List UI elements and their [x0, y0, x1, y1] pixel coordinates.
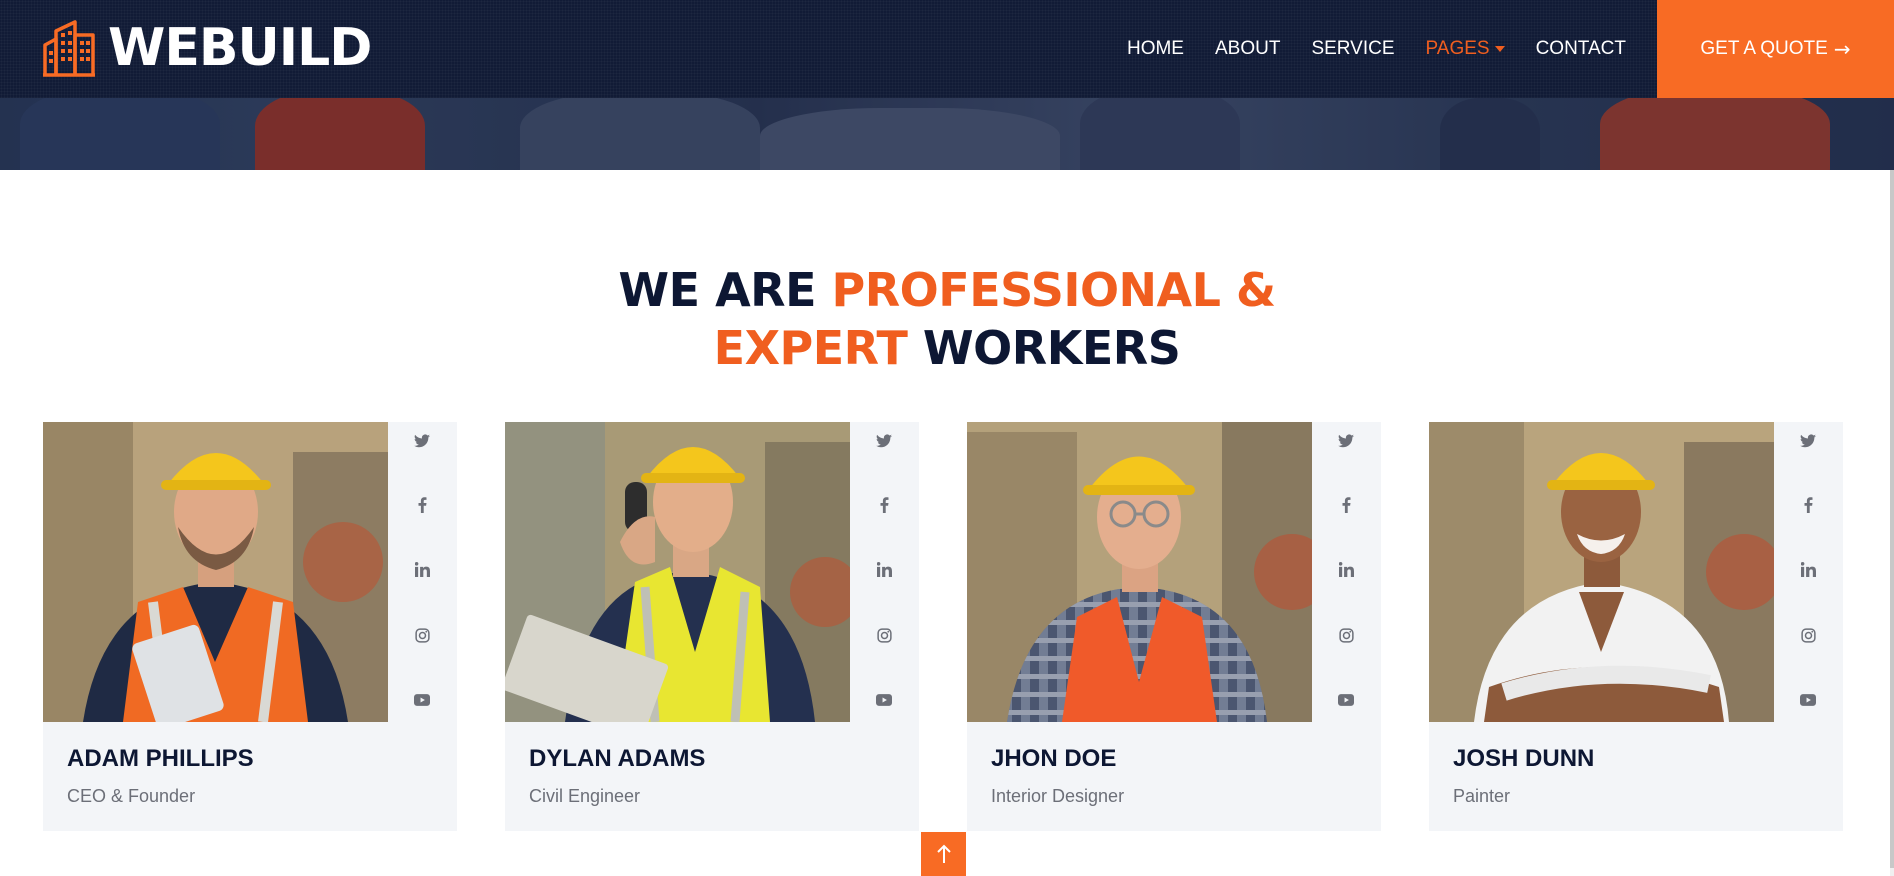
social-links: [388, 422, 457, 722]
facebook-icon[interactable]: [873, 494, 895, 516]
twitter-icon[interactable]: [1335, 430, 1357, 452]
nav-about[interactable]: ABOUT: [1215, 38, 1280, 60]
title-line1-dark: WE ARE: [618, 263, 832, 317]
team-member-photo: [43, 422, 388, 722]
social-links: [1312, 422, 1381, 722]
youtube-icon[interactable]: [411, 689, 433, 711]
youtube-icon[interactable]: [1335, 689, 1357, 711]
member-name: DYLAN ADAMS: [529, 745, 706, 772]
instagram-icon[interactable]: [411, 624, 433, 646]
youtube-icon[interactable]: [1797, 689, 1819, 711]
linkedin-icon[interactable]: [1335, 558, 1357, 580]
nav-contact[interactable]: CONTACT: [1536, 38, 1626, 60]
team-member-photo: [1429, 422, 1774, 722]
linkedin-icon[interactable]: [873, 558, 895, 580]
member-role: Civil Engineer: [529, 786, 641, 806]
team-card: DYLAN ADAMS Civil Engineer: [505, 422, 919, 831]
member-role: CEO & Founder: [67, 786, 196, 806]
title-line2-dark: WORKERS: [907, 321, 1181, 375]
title-line1-accent: PROFESSIONAL &: [831, 263, 1277, 317]
twitter-icon[interactable]: [1797, 430, 1819, 452]
section-title: WE ARE PROFESSIONAL & EXPERT WORKERS: [0, 261, 1894, 377]
building-icon: [43, 20, 95, 77]
social-links: [850, 422, 919, 722]
brand[interactable]: WEBUILD: [42, 18, 372, 78]
twitter-icon[interactable]: [411, 430, 433, 452]
facebook-icon[interactable]: [1335, 494, 1357, 516]
member-name: JOSH DUNN: [1453, 745, 1595, 772]
arrow-right-icon: →: [1833, 37, 1851, 61]
instagram-icon[interactable]: [1335, 624, 1357, 646]
instagram-icon[interactable]: [1797, 624, 1819, 646]
member-role: Painter: [1453, 786, 1511, 806]
nav-pages-label: PAGES: [1425, 38, 1490, 59]
youtube-icon[interactable]: [873, 689, 895, 711]
linkedin-icon[interactable]: [411, 558, 433, 580]
nav-home[interactable]: HOME: [1127, 38, 1184, 60]
team-card: JHON DOE Interior Designer: [967, 422, 1381, 831]
twitter-icon[interactable]: [873, 430, 895, 452]
main-nav: HOME ABOUT SERVICE PAGES CONTACT: [1096, 0, 1626, 98]
facebook-icon[interactable]: [1797, 494, 1819, 516]
back-to-top-button[interactable]: [921, 832, 966, 876]
instagram-icon[interactable]: [873, 624, 895, 646]
team-card: ADAM PHILLIPS CEO & Founder: [43, 422, 457, 831]
linkedin-icon[interactable]: [1797, 558, 1819, 580]
arrow-up-icon: [936, 844, 951, 863]
page-header-banner: [0, 98, 1894, 170]
team-member-photo: [505, 422, 850, 722]
member-name: ADAM PHILLIPS: [67, 745, 254, 772]
brand-name: WEBUILD: [108, 18, 372, 78]
facebook-icon[interactable]: [411, 494, 433, 516]
caret-down-icon: [1494, 46, 1505, 52]
scrollbar-thumb[interactable]: [1890, 168, 1894, 868]
title-line2-accent: EXPERT: [713, 321, 908, 375]
site-header: WEBUILD HOME ABOUT SERVICE PAGES CONTACT…: [0, 0, 1894, 98]
member-name: JHON DOE: [991, 745, 1117, 772]
team-member-photo: [967, 422, 1312, 722]
team-card: JOSH DUNN Painter: [1429, 422, 1843, 831]
social-links: [1774, 422, 1843, 722]
nav-service[interactable]: SERVICE: [1311, 38, 1394, 60]
get-a-quote-label: GET A QUOTE: [1700, 38, 1828, 59]
get-a-quote-button[interactable]: GET A QUOTE →: [1657, 0, 1894, 98]
nav-pages[interactable]: PAGES: [1426, 38, 1505, 60]
member-role: Interior Designer: [991, 786, 1125, 806]
